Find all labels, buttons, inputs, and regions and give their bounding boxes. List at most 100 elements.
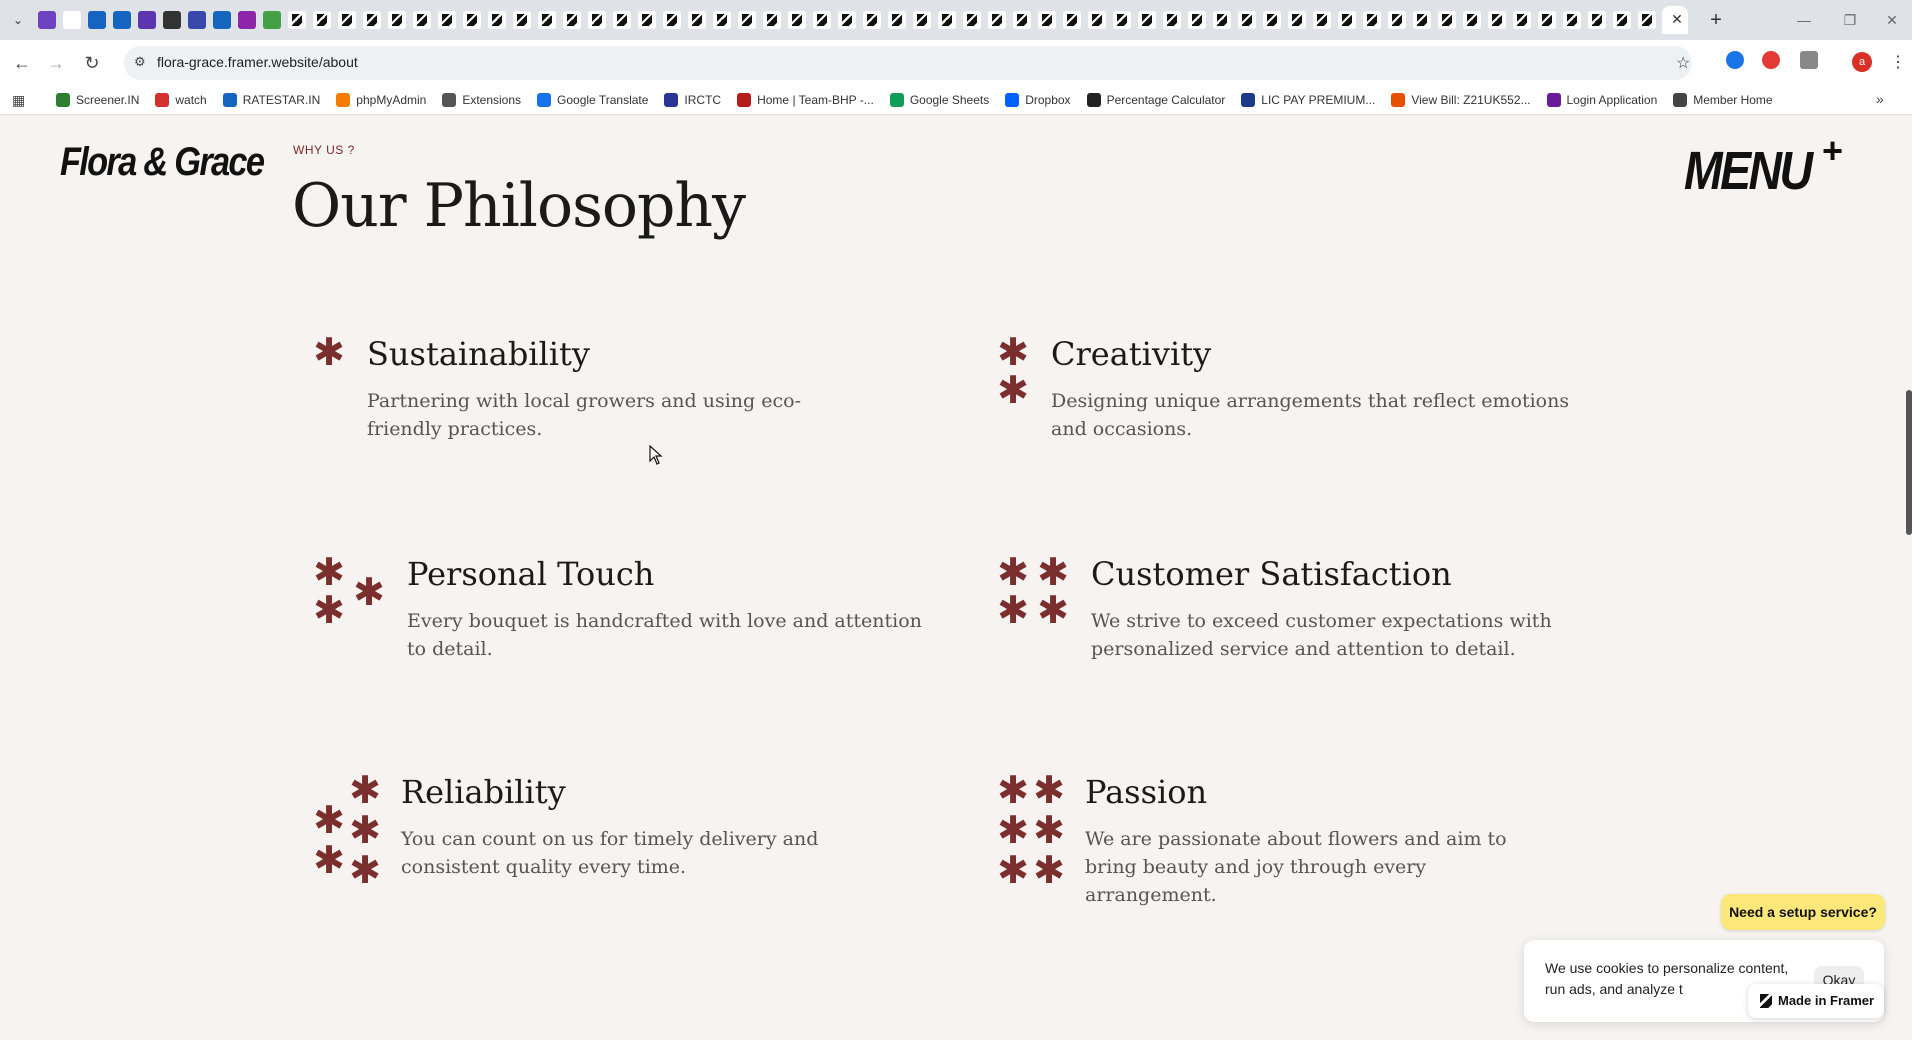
tab-favicon-icon[interactable] bbox=[38, 11, 56, 29]
bookmark-item[interactable]: Login Application bbox=[1546, 93, 1657, 107]
framer-tab-favicon-icon[interactable] bbox=[688, 11, 706, 29]
framer-tab-favicon-icon[interactable] bbox=[1563, 11, 1581, 29]
framer-tab-favicon-icon[interactable] bbox=[1263, 11, 1281, 29]
setup-service-button[interactable]: Need a setup service? bbox=[1721, 894, 1885, 930]
framer-tab-favicon-icon[interactable] bbox=[1113, 11, 1131, 29]
framer-tab-favicon-icon[interactable] bbox=[1288, 11, 1306, 29]
extension-icon[interactable] bbox=[1726, 51, 1744, 69]
tab-search-icon[interactable]: ⌄ bbox=[10, 12, 26, 28]
framer-tab-favicon-icon[interactable] bbox=[1238, 11, 1256, 29]
bookmark-item[interactable]: RATESTAR.IN bbox=[222, 93, 320, 107]
framer-tab-favicon-icon[interactable] bbox=[888, 11, 906, 29]
reload-button[interactable]: ↻ bbox=[80, 51, 104, 75]
restore-icon[interactable]: ❐ bbox=[1840, 10, 1860, 30]
framer-tab-favicon-icon[interactable] bbox=[1513, 11, 1531, 29]
bookmark-item[interactable]: IRCTC bbox=[664, 93, 721, 107]
framer-tab-favicon-icon[interactable] bbox=[813, 11, 831, 29]
framer-tab-favicon-icon[interactable] bbox=[1063, 11, 1081, 29]
framer-tab-favicon-icon[interactable] bbox=[1013, 11, 1031, 29]
framer-tab-favicon-icon[interactable] bbox=[938, 11, 956, 29]
tab-favicon-icon[interactable] bbox=[63, 11, 81, 29]
scrollbar-thumb[interactable] bbox=[1906, 390, 1912, 535]
new-tab-button[interactable]: + bbox=[1706, 10, 1726, 30]
framer-tab-favicon-icon[interactable] bbox=[738, 11, 756, 29]
tab-favicon-icon[interactable] bbox=[163, 11, 181, 29]
framer-tab-favicon-icon[interactable] bbox=[1038, 11, 1056, 29]
bookmark-item[interactable]: View Bill: Z21UK552... bbox=[1391, 93, 1531, 107]
framer-tab-favicon-icon[interactable] bbox=[1313, 11, 1331, 29]
framer-tab-favicon-icon[interactable] bbox=[1163, 11, 1181, 29]
more-bookmarks-icon[interactable]: » bbox=[1876, 91, 1884, 107]
framer-tab-favicon-icon[interactable] bbox=[1613, 11, 1631, 29]
bookmark-item[interactable]: Extensions bbox=[442, 93, 521, 107]
tab-favicon-icon[interactable] bbox=[188, 11, 206, 29]
tab-favicon-icon[interactable] bbox=[138, 11, 156, 29]
close-tab-icon[interactable]: ✕ bbox=[1669, 11, 1685, 27]
framer-tab-favicon-icon[interactable] bbox=[463, 11, 481, 29]
shield-extension-icon[interactable] bbox=[1762, 51, 1780, 69]
menu-plus-icon[interactable]: + bbox=[1822, 130, 1843, 172]
framer-tab-favicon-icon[interactable] bbox=[713, 11, 731, 29]
framer-tab-favicon-icon[interactable] bbox=[488, 11, 506, 29]
framer-tab-favicon-icon[interactable] bbox=[288, 11, 306, 29]
apps-grid-icon[interactable]: ▦ bbox=[12, 92, 28, 108]
framer-tab-favicon-icon[interactable] bbox=[963, 11, 981, 29]
framer-tab-favicon-icon[interactable] bbox=[863, 11, 881, 29]
bookmark-item[interactable]: LIC PAY PREMIUM... bbox=[1241, 93, 1375, 107]
forward-button[interactable]: → bbox=[44, 51, 68, 75]
tab-favicon-icon[interactable] bbox=[263, 11, 281, 29]
framer-tab-favicon-icon[interactable] bbox=[563, 11, 581, 29]
framer-tab-favicon-icon[interactable] bbox=[1413, 11, 1431, 29]
framer-tab-favicon-icon[interactable] bbox=[313, 11, 331, 29]
framer-tab-favicon-icon[interactable] bbox=[638, 11, 656, 29]
framer-tab-favicon-icon[interactable] bbox=[1138, 11, 1156, 29]
made-in-framer-badge[interactable]: Made in Framer bbox=[1748, 984, 1884, 1018]
framer-tab-favicon-icon[interactable] bbox=[513, 11, 531, 29]
bookmark-item[interactable]: Google Translate bbox=[537, 93, 648, 107]
framer-tab-favicon-icon[interactable] bbox=[613, 11, 631, 29]
framer-tab-favicon-icon[interactable] bbox=[1463, 11, 1481, 29]
framer-tab-favicon-icon[interactable] bbox=[363, 11, 381, 29]
bookmark-item[interactable]: Member Home bbox=[1673, 93, 1773, 107]
url-text[interactable]: flora-grace.framer.website/about bbox=[157, 54, 358, 70]
browser-menu-icon[interactable]: ⋮ bbox=[1890, 52, 1906, 72]
tab-favicon-icon[interactable] bbox=[213, 11, 231, 29]
tab-favicon-icon[interactable] bbox=[113, 11, 131, 29]
bookmark-item[interactable]: phpMyAdmin bbox=[336, 93, 426, 107]
tab-favicon-icon[interactable] bbox=[238, 11, 256, 29]
framer-tab-favicon-icon[interactable] bbox=[788, 11, 806, 29]
framer-tab-favicon-icon[interactable] bbox=[913, 11, 931, 29]
framer-tab-favicon-icon[interactable] bbox=[1488, 11, 1506, 29]
site-info-icon[interactable]: ⚙ bbox=[134, 54, 146, 70]
framer-tab-favicon-icon[interactable] bbox=[838, 11, 856, 29]
scrollbar-track[interactable] bbox=[1906, 115, 1912, 1040]
framer-tab-favicon-icon[interactable] bbox=[388, 11, 406, 29]
bookmark-item[interactable]: Screener.IN bbox=[56, 93, 139, 107]
framer-tab-favicon-icon[interactable] bbox=[988, 11, 1006, 29]
framer-tab-favicon-icon[interactable] bbox=[1088, 11, 1106, 29]
framer-tab-favicon-icon[interactable] bbox=[588, 11, 606, 29]
extensions-puzzle-icon[interactable] bbox=[1800, 51, 1818, 69]
back-button[interactable]: ← bbox=[10, 51, 34, 75]
bookmark-item[interactable]: Home | Team-BHP -... bbox=[737, 93, 874, 107]
framer-tab-favicon-icon[interactable] bbox=[1538, 11, 1556, 29]
framer-tab-favicon-icon[interactable] bbox=[1213, 11, 1231, 29]
address-bar[interactable] bbox=[124, 46, 1692, 80]
framer-tab-favicon-icon[interactable] bbox=[1638, 11, 1656, 29]
framer-tab-favicon-icon[interactable] bbox=[1588, 11, 1606, 29]
bookmark-star-icon[interactable]: ☆ bbox=[1676, 53, 1690, 73]
tab-favicon-icon[interactable] bbox=[88, 11, 106, 29]
framer-tab-favicon-icon[interactable] bbox=[663, 11, 681, 29]
framer-tab-favicon-icon[interactable] bbox=[413, 11, 431, 29]
window-close-icon[interactable]: ✕ bbox=[1882, 10, 1902, 30]
framer-tab-favicon-icon[interactable] bbox=[763, 11, 781, 29]
site-logo[interactable]: Flora & Grace bbox=[60, 140, 265, 185]
profile-avatar[interactable]: a bbox=[1852, 52, 1872, 72]
framer-tab-favicon-icon[interactable] bbox=[1188, 11, 1206, 29]
bookmark-item[interactable]: Dropbox bbox=[1005, 93, 1071, 107]
framer-tab-favicon-icon[interactable] bbox=[538, 11, 556, 29]
framer-tab-favicon-icon[interactable] bbox=[338, 11, 356, 29]
framer-tab-favicon-icon[interactable] bbox=[1338, 11, 1356, 29]
framer-tab-favicon-icon[interactable] bbox=[1363, 11, 1381, 29]
framer-tab-favicon-icon[interactable] bbox=[1388, 11, 1406, 29]
